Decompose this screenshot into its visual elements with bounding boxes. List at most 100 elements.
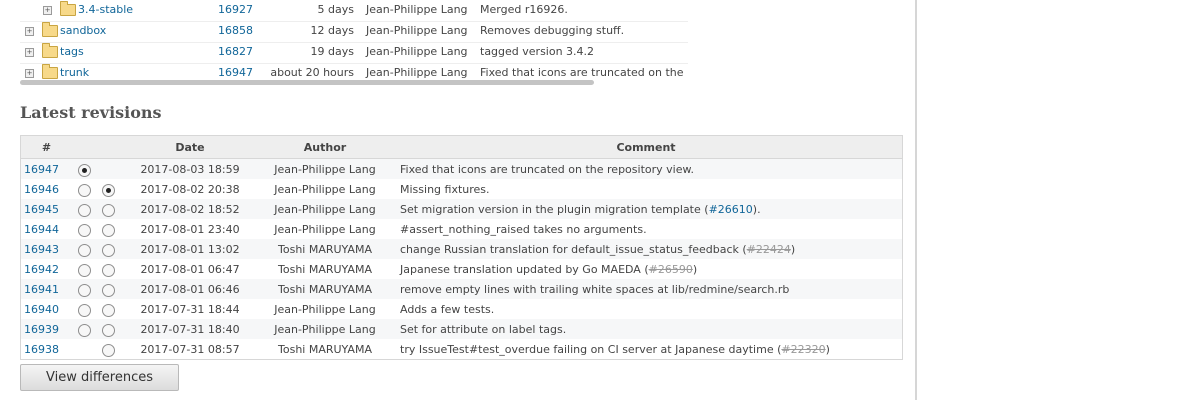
expand-icon[interactable]: + <box>25 69 34 78</box>
revision-link[interactable]: 16941 <box>24 283 59 296</box>
diff-to-radio[interactable] <box>101 203 115 217</box>
comment-text: Adds a few tests. <box>400 302 495 316</box>
tree-entry-name[interactable]: sandbox <box>60 24 106 37</box>
col-header-id: # <box>20 135 72 159</box>
revision-id-cell: 16940 <box>20 299 72 319</box>
folder-icon <box>60 1 76 16</box>
revision-date: 2017-07-31 18:44 <box>120 299 260 319</box>
revision-comment: Japanese translation updated by Go MAEDA… <box>390 259 903 279</box>
comment-text: ) <box>692 262 698 276</box>
revision-date: 2017-08-01 23:40 <box>120 219 260 239</box>
closed-issue-link[interactable]: #26590 <box>649 263 693 276</box>
diff-to-radio[interactable] <box>101 343 115 357</box>
diff-to-radio[interactable] <box>101 243 115 257</box>
tree-entry-age: 5 days <box>317 3 354 16</box>
expand-icon[interactable]: + <box>25 48 34 57</box>
revision-id-cell: 16938 <box>20 339 72 360</box>
revision-link[interactable]: 16943 <box>24 243 59 256</box>
closed-issue-link[interactable]: #22320 <box>781 343 825 356</box>
comment-text: Set for attribute on label tags. <box>400 322 567 336</box>
revision-comment: Set for attribute on label tags. <box>390 319 903 339</box>
revision-id-cell: 16947 <box>20 158 72 179</box>
folder-icon <box>42 22 58 37</box>
diff-to-cell <box>96 319 120 339</box>
comment-text: ) <box>790 242 796 256</box>
closed-issue-link[interactable]: #22424 <box>747 243 791 256</box>
diff-from-radio[interactable] <box>77 323 91 337</box>
revision-link[interactable]: 16938 <box>24 343 59 356</box>
revision-link[interactable]: 16947 <box>24 163 59 176</box>
revision-id-cell: 16944 <box>20 219 72 239</box>
revision-link[interactable]: 16940 <box>24 303 59 316</box>
col-header-diff-from <box>72 135 96 159</box>
comment-text: Fixed that icons are truncated on the re… <box>400 162 694 176</box>
tree-row: + sandbox 16858 12 days Jean-Philippe Lang Re… <box>20 21 688 43</box>
revision-id-cell: 16941 <box>20 279 72 299</box>
col-header-comment: Comment <box>390 135 903 159</box>
revision-date: 2017-07-31 08:57 <box>120 339 260 360</box>
diff-to-cell <box>96 179 120 199</box>
folder-icon <box>42 64 58 79</box>
diff-to-cell <box>96 259 120 279</box>
revision-author: Toshi MARUYAMA <box>260 259 390 279</box>
revision-link[interactable]: 16939 <box>24 323 59 336</box>
revision-date: 2017-08-02 18:52 <box>120 199 260 219</box>
diff-from-radio[interactable] <box>77 223 91 237</box>
revision-date: 2017-08-03 18:59 <box>120 158 260 179</box>
horizontal-scrollbar[interactable] <box>20 80 594 85</box>
tree-entry-comment: tagged version 3.4.2 <box>480 45 595 58</box>
diff-to-radio[interactable] <box>101 323 115 337</box>
tree-entry-author: Jean-Philippe Lang <box>366 24 468 37</box>
diff-from-radio[interactable] <box>77 263 91 277</box>
revision-link[interactable]: 16946 <box>24 183 59 196</box>
revision-row: 16943 2017-08-01 13:02 Toshi MARUYAMA chang… <box>20 239 903 259</box>
tree-entry-age: 19 days <box>310 45 354 58</box>
revision-link[interactable]: 16942 <box>24 263 59 276</box>
revision-row: 16947 2017-08-03 18:59 Jean-Philippe Lang F… <box>20 158 903 179</box>
revision-author: Jean-Philippe Lang <box>260 199 390 219</box>
tree-row: +3.4-stable 16927 5 days Jean-Philippe Lang… <box>20 0 688 22</box>
tree-entry-name[interactable]: 3.4-stable <box>78 3 133 16</box>
diff-to-radio[interactable] <box>101 263 115 277</box>
expand-icon[interactable]: + <box>43 6 52 15</box>
diff-from-cell <box>72 279 96 299</box>
revision-row: 16941 2017-08-01 06:46 Toshi MARUYAMA remov… <box>20 279 903 299</box>
revision-author: Jean-Philippe Lang <box>260 319 390 339</box>
comment-text: #assert_nothing_raised takes no argument… <box>400 222 647 236</box>
diff-to-radio[interactable] <box>101 283 115 297</box>
revision-row: 16939 2017-07-31 18:40 Jean-Philippe Lang S… <box>20 319 903 339</box>
revisions-table: # Date Author Comment 16947 2017-08-03 18… <box>20 135 903 360</box>
diff-from-radio[interactable] <box>77 283 91 297</box>
revision-author: Jean-Philippe Lang <box>260 158 390 179</box>
revision-author: Jean-Philippe Lang <box>260 299 390 319</box>
issue-link[interactable]: #26610 <box>709 203 753 216</box>
diff-from-cell <box>72 299 96 319</box>
tree-entry-name[interactable]: tags <box>60 45 84 58</box>
diff-to-cell <box>96 279 120 299</box>
expand-icon[interactable]: + <box>25 27 34 36</box>
tree-entry-author: Jean-Philippe Lang <box>366 66 468 79</box>
revision-link[interactable]: 16944 <box>24 223 59 236</box>
diff-from-radio[interactable] <box>77 163 91 177</box>
diff-to-radio[interactable] <box>101 183 115 197</box>
view-differences-button[interactable]: View differences <box>20 364 179 391</box>
diff-from-cell <box>72 179 96 199</box>
diff-from-cell <box>72 319 96 339</box>
tree-entry-comment: Merged r16926. <box>480 3 568 16</box>
revision-link[interactable]: 16945 <box>24 203 59 216</box>
revision-row: 16944 2017-08-01 23:40 Jean-Philippe Lang #… <box>20 219 903 239</box>
revision-date: 2017-08-01 13:02 <box>120 239 260 259</box>
diff-from-radio[interactable] <box>77 183 91 197</box>
comment-text: Set migration version in the plugin migr… <box>400 202 709 216</box>
sidebar <box>915 0 1200 400</box>
diff-from-radio[interactable] <box>77 203 91 217</box>
diff-to-radio[interactable] <box>101 303 115 317</box>
revision-date: 2017-08-02 20:38 <box>120 179 260 199</box>
revision-comment: Fixed that icons are truncated on the re… <box>390 158 903 179</box>
repository-tree: +3.4-stable 16927 5 days Jean-Philippe Lang… <box>20 0 688 82</box>
diff-from-cell <box>72 339 96 360</box>
diff-from-radio[interactable] <box>77 243 91 257</box>
diff-from-radio[interactable] <box>77 303 91 317</box>
diff-to-radio[interactable] <box>101 223 115 237</box>
tree-entry-name[interactable]: trunk <box>60 66 89 79</box>
